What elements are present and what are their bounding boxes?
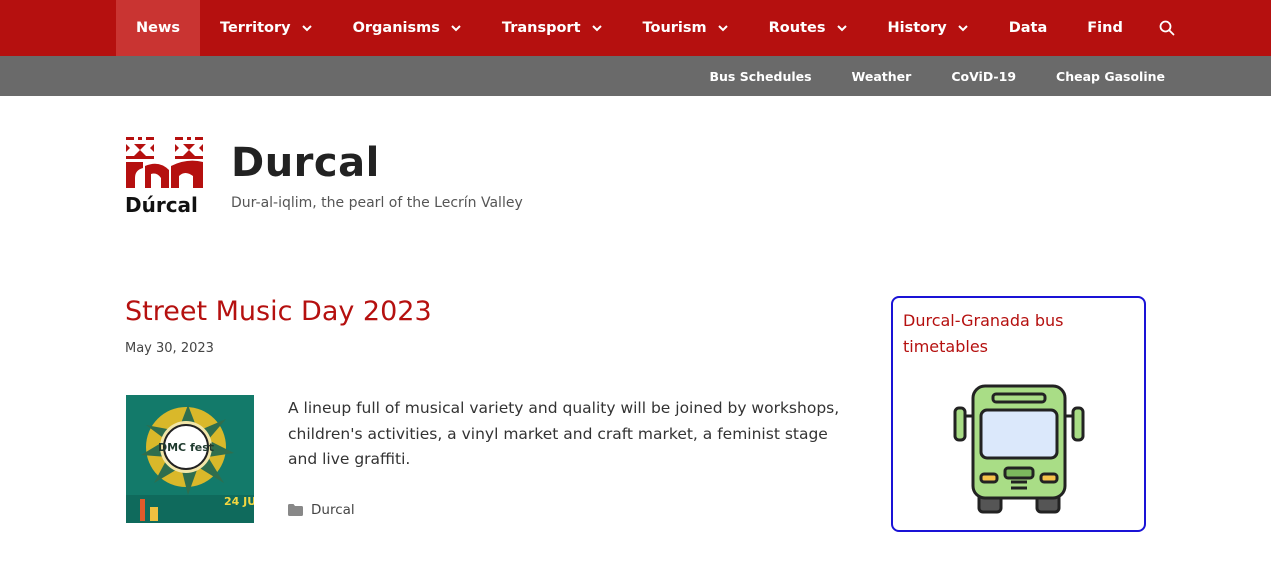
post-excerpt: A lineup full of musical variety and qua… [288,399,840,468]
secondary-nav: Bus Schedules Weather CoViD-19 Cheap Gas… [0,56,1271,96]
subnav-item-covid[interactable]: CoViD-19 [931,56,1036,96]
post-category: Durcal [288,502,355,518]
site-title[interactable]: Durcal [231,140,380,186]
subnav-item-bus-schedules[interactable]: Bus Schedules [689,56,831,96]
primary-nav: News Territory Organisms Transport Touri… [0,0,1271,56]
search-icon [1159,20,1175,36]
site-logo[interactable]: Dúrcal [125,136,207,216]
search-button[interactable] [1143,0,1191,56]
nav-item-find[interactable]: Find [1067,0,1143,56]
nav-item-transport[interactable]: Transport [482,0,623,56]
chevron-down-icon [301,25,312,32]
site-tagline: Dur-al-iqlim, the pearl of the Lecrín Va… [231,195,523,211]
widget-title[interactable]: Durcal-Granada bus timetables [903,308,1133,360]
chevron-down-icon [451,25,461,32]
thumbnail-text: DMC fest [158,441,214,454]
chevron-down-icon [717,25,728,32]
nav-item-territory[interactable]: Territory [200,0,333,56]
bus-timetables-widget: Durcal-Granada bus timetables [891,296,1146,532]
thumbnail-date: 24 JU [224,495,254,508]
post-date: May 30, 2023 [125,341,214,356]
secondary-nav-list: Bus Schedules Weather CoViD-19 Cheap Gas… [689,56,1185,96]
primary-nav-list: News Territory Organisms Transport Touri… [116,0,1191,56]
folder-icon [288,504,303,516]
nav-item-routes[interactable]: Routes [749,0,868,56]
bus-icon[interactable] [953,384,1085,516]
nav-item-history[interactable]: History [868,0,989,56]
chevron-down-icon [591,25,602,32]
nav-item-data[interactable]: Data [989,0,1068,56]
subnav-item-weather[interactable]: Weather [832,56,932,96]
post-thumbnail[interactable]: DMC fest 24 JU [126,395,254,523]
post-title[interactable]: Street Music Day 2023 [125,296,432,327]
chevron-down-icon [958,25,968,32]
nav-item-organisms[interactable]: Organisms [333,0,482,56]
category-link[interactable]: Durcal [311,502,355,518]
subnav-item-cheap-gasoline[interactable]: Cheap Gasoline [1036,56,1185,96]
logo-text: Dúrcal [125,193,198,216]
nav-item-tourism[interactable]: Tourism [623,0,749,56]
nav-item-news[interactable]: News [116,0,200,56]
chevron-down-icon [836,25,847,32]
